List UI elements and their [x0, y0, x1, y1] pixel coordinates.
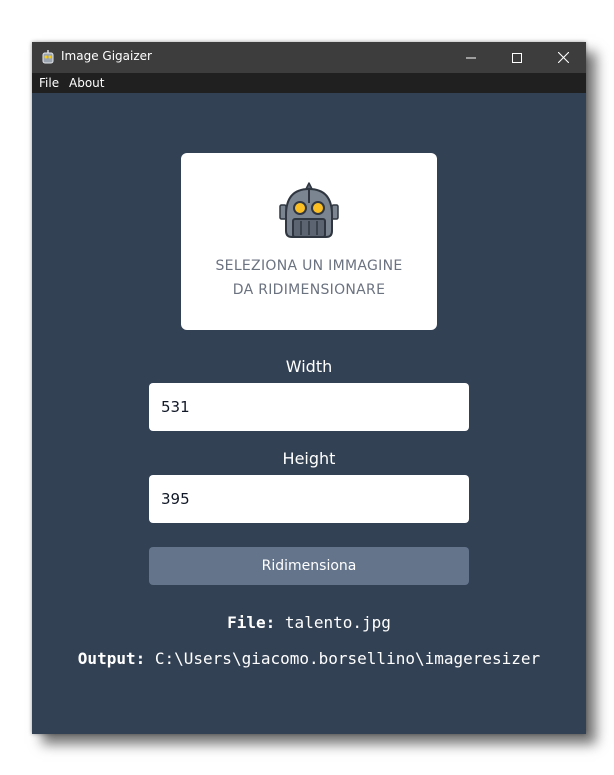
file-info: File: talento.jpg: [32, 613, 586, 632]
output-path: C:\Users\giacomo.borsellino\imageresizer: [154, 649, 541, 668]
width-input[interactable]: [149, 383, 469, 431]
maximize-icon: [512, 52, 522, 63]
robot-app-icon: [42, 50, 54, 64]
image-dropzone[interactable]: SELEZIONA UN IMMAGINE DA RIDIMENSIONARE: [181, 153, 437, 330]
menu-file[interactable]: File: [39, 76, 59, 90]
dropzone-text-line1: SELEZIONA UN IMMAGINE: [215, 258, 403, 274]
app-window: Image Gigaizer File About SELEZIONA UN I…: [32, 42, 586, 734]
resize-button[interactable]: Ridimensiona: [149, 547, 469, 585]
maximize-button[interactable]: [494, 42, 540, 73]
close-button[interactable]: [540, 42, 586, 73]
width-label: Width: [285, 357, 333, 376]
menu-about[interactable]: About: [69, 76, 104, 90]
robot-icon: [279, 182, 339, 238]
height-label: Height: [282, 449, 336, 468]
file-label: File:: [227, 613, 276, 632]
dropzone-text-line2: DA RIDIMENSIONARE: [232, 282, 386, 298]
window-title: Image Gigaizer: [61, 49, 152, 63]
output-info: Output: C:\Users\giacomo.borsellino\imag…: [32, 649, 586, 668]
close-icon: [557, 52, 569, 63]
minimize-icon: [466, 57, 476, 58]
file-value: talento.jpg: [284, 613, 391, 632]
minimize-button[interactable]: [448, 42, 494, 73]
height-input[interactable]: [149, 475, 469, 523]
title-bar[interactable]: Image Gigaizer: [32, 42, 586, 73]
output-label: Output:: [77, 649, 146, 668]
menu-bar: File About: [32, 73, 586, 93]
